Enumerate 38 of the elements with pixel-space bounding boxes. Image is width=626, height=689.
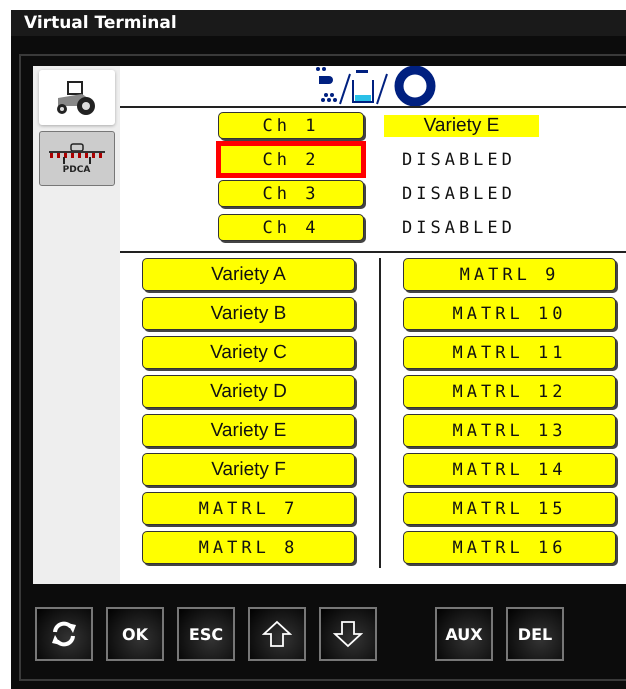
soft-key[interactable]: DEL — [506, 607, 564, 661]
channel-status: DISABLED — [401, 218, 516, 238]
material-button[interactable]: Variety D — [142, 375, 355, 408]
material-button[interactable]: Variety A — [142, 258, 355, 291]
down-button[interactable] — [319, 607, 377, 661]
channel-button[interactable]: Ch 1 — [218, 112, 364, 139]
soft-key[interactable]: OK — [106, 607, 164, 661]
planter-icon — [46, 142, 106, 164]
window-title: Virtual Terminal — [24, 13, 177, 33]
material-button[interactable]: MATRL 13 — [403, 414, 616, 447]
soft-key[interactable]: AUX — [435, 607, 493, 661]
refresh-icon — [49, 619, 79, 649]
material-button[interactable]: Variety F — [142, 453, 355, 486]
channel-status: DISABLED — [401, 184, 516, 204]
material-button[interactable]: Variety C — [142, 336, 355, 369]
material-button[interactable]: MATRL 8 — [142, 531, 355, 564]
material-button[interactable]: MATRL 12 — [403, 375, 616, 408]
up-arrow-icon — [262, 620, 292, 648]
channel-button[interactable]: Ch 3 — [218, 180, 364, 207]
refresh-button[interactable] — [35, 607, 93, 661]
channel-material: Variety E — [384, 114, 539, 136]
material-button[interactable]: MATRL 7 — [142, 492, 355, 525]
up-button[interactable] — [248, 607, 306, 661]
channel-button[interactable]: Ch 4 — [218, 214, 364, 241]
material-button[interactable]: MATRL 15 — [403, 492, 616, 525]
soft-key[interactable]: ESC — [177, 607, 235, 661]
material-button[interactable]: MATRL 16 — [403, 531, 616, 564]
material-button[interactable]: Variety E — [142, 414, 355, 447]
material-button[interactable]: MATRL 9 — [403, 258, 616, 291]
planter-tab[interactable]: PDCA — [38, 131, 114, 186]
material-button[interactable]: MATRL 14 — [403, 453, 616, 486]
tractor-tab[interactable] — [38, 70, 114, 125]
material-button[interactable]: MATRL 11 — [403, 336, 616, 369]
material-button[interactable]: MATRL 10 — [403, 297, 616, 330]
channel-status: DISABLED — [401, 150, 516, 170]
down-arrow-icon — [333, 620, 363, 648]
channel-button[interactable]: Ch 2 — [221, 146, 361, 173]
material-button[interactable]: Variety B — [142, 297, 355, 330]
